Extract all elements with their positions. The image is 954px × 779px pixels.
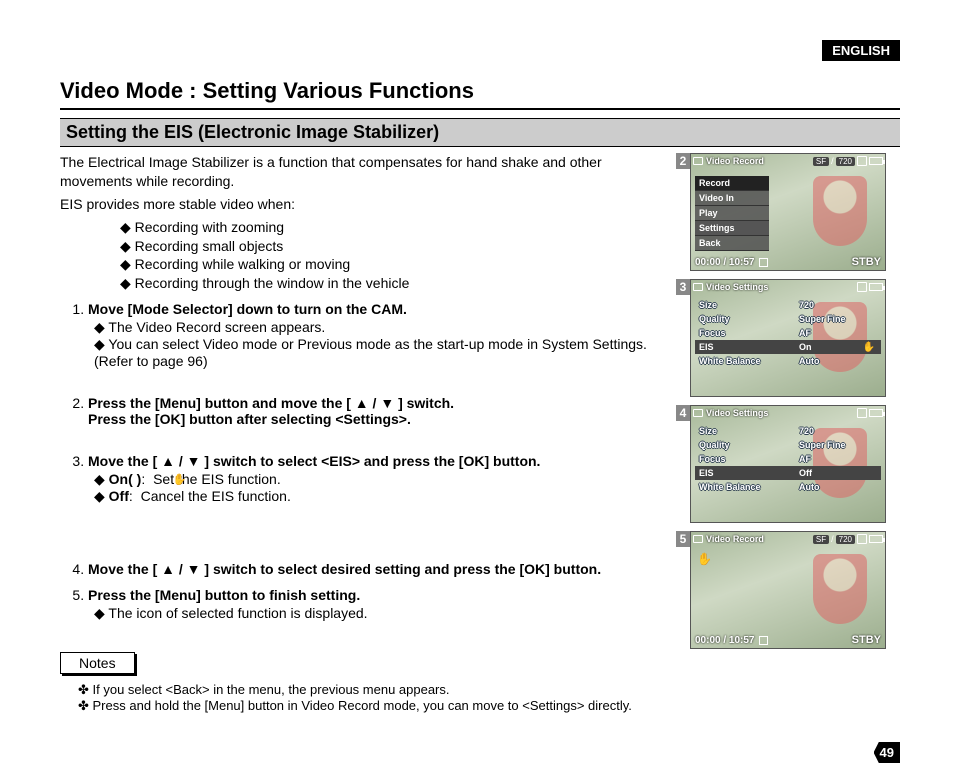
step-number-badge: 3 [676,279,690,295]
res-badge: 720 [836,535,855,544]
step-sub: The Video Record screen appears. [94,319,676,336]
step-number-badge: 2 [676,153,690,169]
timecode: 00:00 / 10:57 [695,635,755,646]
opt-desc: Cancel the EIS function. [141,488,291,504]
card-icon [857,282,867,292]
language-tag: ENGLISH [822,40,900,61]
timecode: 00:00 / 10:57 [695,257,755,268]
step-head: Move the [ ▲ / ▼ ] switch to select desi… [88,561,601,577]
camera-icon [693,535,703,543]
hand-icon: ✋ [697,552,712,566]
intro-bullet: Recording through the window in the vehi… [120,274,676,293]
screen-mode: Video Record [706,156,764,166]
step-4: Move the [ ▲ / ▼ ] switch to select desi… [88,561,676,577]
section-subtitle: Setting the EIS (Electronic Image Stabil… [60,118,900,147]
screen-mode: Video Record [706,534,764,544]
steps-list: Move [Mode Selector] down to turn on the… [88,301,676,622]
screen-mode: Video Settings [706,408,768,418]
menu-panel: Record Video In Play Settings Back [695,176,769,251]
setting-row-focus[interactable]: FocusAF [695,452,881,466]
setting-row-size[interactable]: Size720 [695,424,881,438]
intro-bullet: Recording with zooming [120,218,676,237]
hand-icon: ✋ [173,473,187,486]
screenshot-step-5: 5 Video Record SF / 720 ✋ [690,531,900,649]
intro-bullet: Recording while walking or moving [120,255,676,274]
res-badge: 720 [836,157,855,166]
setting-row-size[interactable]: Size720 [695,298,881,312]
screenshot-step-3: 3 Video Settings Size720 QualitySuper Fi… [690,279,900,397]
setting-row-eis[interactable]: EISOff [695,466,881,480]
stop-icon [759,636,768,645]
camera-icon [693,157,703,165]
setting-row-wb[interactable]: White BalanceAuto [695,354,881,368]
card-icon [857,408,867,418]
step-5: Press the [Menu] button to finish settin… [88,587,676,622]
stop-icon [759,258,768,267]
page-title: Video Mode : Setting Various Functions [60,78,900,110]
card-icon [857,534,867,544]
step-sub: The icon of selected function is display… [94,605,676,622]
step-head-line2: Press the [OK] button after selecting <S… [88,411,411,427]
badge-sep: / [831,534,834,544]
step-number-badge: 4 [676,405,690,421]
opt-label: Off [109,488,129,504]
page-number: 49 [874,742,900,763]
battery-icon [869,283,883,291]
intro-bullet: Recording small objects [120,237,676,256]
opt-label: On( ) [109,471,142,487]
setting-row-eis[interactable]: EISOn✋ [695,340,881,354]
intro-line-2: EIS provides more stable video when: [60,195,676,214]
setting-row-quality[interactable]: QualitySuper Fine [695,312,881,326]
step-1: Move [Mode Selector] down to turn on the… [88,301,676,369]
step-head: Move [Mode Selector] down to turn on the… [88,301,407,317]
step-3: Move the [ ▲ / ▼ ] switch to select <EIS… [88,453,676,505]
battery-icon [869,157,883,165]
step-head: Press the [Menu] button to finish settin… [88,587,360,603]
stby-label: STBY [852,256,881,268]
stby-label: STBY [852,634,881,646]
setting-row-quality[interactable]: QualitySuper Fine [695,438,881,452]
menu-item-back[interactable]: Back [695,236,769,251]
quality-badge: SF [813,535,829,544]
screenshot-step-4: 4 Video Settings Size720 QualitySuper Fi… [690,405,900,523]
settings-panel: Size720 QualitySuper Fine FocusAF EISOff… [695,424,881,494]
settings-panel: Size720 QualitySuper Fine FocusAF EISOn✋… [695,298,881,368]
card-icon [857,156,867,166]
intro-bullets: Recording with zooming Recording small o… [120,218,676,294]
colon: : [141,471,145,487]
step-sub: You can select Video mode or Previous mo… [94,336,676,369]
badge-sep: / [831,156,834,166]
menu-item-record[interactable]: Record [695,176,769,191]
notes-list: If you select <Back> in the menu, the pr… [60,682,676,714]
camera-icon [693,283,703,291]
camera-icon [693,409,703,417]
step-2: Press the [Menu] button and move the [ ▲… [88,395,676,427]
setting-row-focus[interactable]: FocusAF [695,326,881,340]
step-head: Move the [ ▲ / ▼ ] switch to select <EIS… [88,453,540,469]
menu-item-video-in[interactable]: Video In [695,191,769,206]
battery-icon [869,535,883,543]
menu-item-play[interactable]: Play [695,206,769,221]
intro-line-1: The Electrical Image Stabilizer is a fun… [60,153,676,191]
note-item: If you select <Back> in the menu, the pr… [78,682,676,698]
quality-badge: SF [813,157,829,166]
battery-icon [869,409,883,417]
notes-label-box: Notes [60,652,135,674]
step-number-badge: 5 [676,531,690,547]
colon: : [129,488,133,504]
step-head: Press the [Menu] button and move the [ ▲… [88,395,454,411]
step-option: On( ): Set the EIS function. ✋ [94,471,676,488]
note-item: Press and hold the [Menu] button in Vide… [78,698,676,714]
screen-mode: Video Settings [706,282,768,292]
menu-item-settings[interactable]: Settings [695,221,769,236]
setting-row-wb[interactable]: White BalanceAuto [695,480,881,494]
step-option: Off: Cancel the EIS function. [94,488,676,505]
screenshot-step-2: 2 Video Record SF / 720 [690,153,900,271]
hand-icon: ✋ [863,342,875,353]
